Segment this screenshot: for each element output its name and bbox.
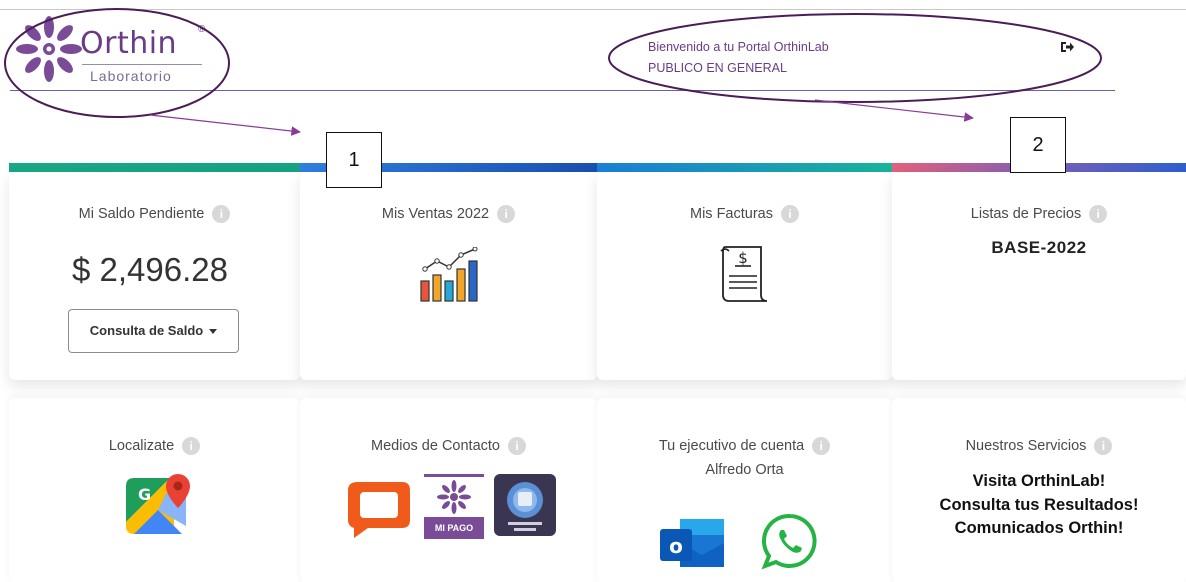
header-divider <box>10 90 1115 91</box>
invoice-icon[interactable]: $ <box>717 243 771 305</box>
facturas-title: Mis Facturas <box>690 205 773 222</box>
servicios-title-row: Nuestros Servicios i <box>892 437 1186 455</box>
chat-icon[interactable] <box>346 478 412 540</box>
google-maps-icon[interactable]: G <box>122 474 192 540</box>
welcome-block: Bienvenido a tu Portal OrthinLab PUBLICO… <box>648 37 829 79</box>
ejecutivo-title-row: Tu ejecutivo de cuenta i <box>597 437 892 455</box>
user-group-label: PUBLICO EN GENERAL <box>648 61 787 75</box>
visita-orthinlab-link[interactable]: Visita OrthinLab! <box>892 472 1186 491</box>
info-icon[interactable]: i <box>781 205 799 223</box>
price-list-value[interactable]: BASE-2022 <box>892 238 1186 258</box>
svg-text:o: o <box>669 534 683 558</box>
orthin-flower-icon <box>16 16 82 82</box>
info-icon[interactable]: i <box>182 437 201 455</box>
ventas-title: Mis Ventas 2022 <box>381 205 490 222</box>
caret-down-icon <box>209 329 218 335</box>
ejecutivo-card <box>597 398 892 582</box>
saldo-amount: $ 2,496.28 <box>72 251 228 288</box>
info-icon[interactable]: i <box>1094 437 1113 455</box>
comunicados-link[interactable]: Comunicados Orthin! <box>892 519 1186 538</box>
localizate-title: Localizate <box>108 437 175 454</box>
ejecutivo-title: Tu ejecutivo de cuenta <box>658 437 805 454</box>
consulta-saldo-button[interactable]: Consulta de Saldo <box>68 309 239 353</box>
precios-title-row: Listas de Precios i <box>892 205 1186 223</box>
facturas-title-row: Mis Facturas i <box>597 205 892 223</box>
orthin-logo[interactable]: Orthin ® Laboratorio <box>12 14 212 92</box>
info-icon[interactable]: i <box>812 437 831 455</box>
localizate-title-row: Localizate i <box>9 437 300 455</box>
svg-text:$: $ <box>738 249 748 267</box>
whatsapp-icon[interactable] <box>761 512 819 570</box>
bar-chart-icon[interactable] <box>417 247 483 303</box>
info-icon[interactable]: i <box>212 205 231 223</box>
ventas-title-row: Mis Ventas 2022 i <box>300 205 597 223</box>
logo-subtitle: Laboratorio <box>90 68 172 84</box>
mi-pago-icon[interactable]: MI PAGO <box>424 474 484 539</box>
precios-title: Listas de Precios <box>970 205 1082 222</box>
saldo-title-row: Mi Saldo Pendiente i <box>9 205 300 223</box>
contacto-title-row: Medios de Contacto i <box>300 437 597 455</box>
sign-out-icon[interactable] <box>1060 40 1074 54</box>
info-icon[interactable]: i <box>1089 205 1108 223</box>
ejecutivo-name: Alfredo Orta <box>705 462 784 478</box>
orthin-flower-icon <box>437 480 471 514</box>
annotation-label-1: 1 <box>326 132 382 188</box>
annotation-arrow-2 <box>814 99 974 122</box>
consulta-saldo-label: Consulta de Saldo <box>89 323 204 338</box>
logo-registered-mark: ® <box>198 24 206 35</box>
saldo-title: Mi Saldo Pendiente <box>78 205 205 222</box>
contacto-title: Medios de Contacto <box>371 437 500 454</box>
logo-wordmark: Orthin <box>80 26 178 61</box>
top-border <box>0 9 1186 10</box>
annotation-arrow-1 <box>149 114 301 136</box>
card-accent-bar-saldo <box>9 163 300 172</box>
mi-pago-label: MI PAGO <box>424 517 484 539</box>
welcome-message: Bienvenido a tu Portal OrthinLab <box>648 40 829 54</box>
annotation-label-2: 2 <box>1010 117 1066 173</box>
outlook-icon[interactable]: o <box>656 515 726 571</box>
logo-divider <box>82 64 202 65</box>
consulta-resultados-link[interactable]: Consulta tus Resultados! <box>892 496 1186 515</box>
precios-card[interactable] <box>892 172 1186 380</box>
info-icon[interactable]: i <box>507 437 526 455</box>
card-accent-bar-facturas <box>597 163 892 172</box>
app-icon[interactable] <box>494 474 556 536</box>
svg-text:G: G <box>138 485 151 504</box>
info-icon[interactable]: i <box>497 205 516 223</box>
servicios-title: Nuestros Servicios <box>965 437 1087 454</box>
